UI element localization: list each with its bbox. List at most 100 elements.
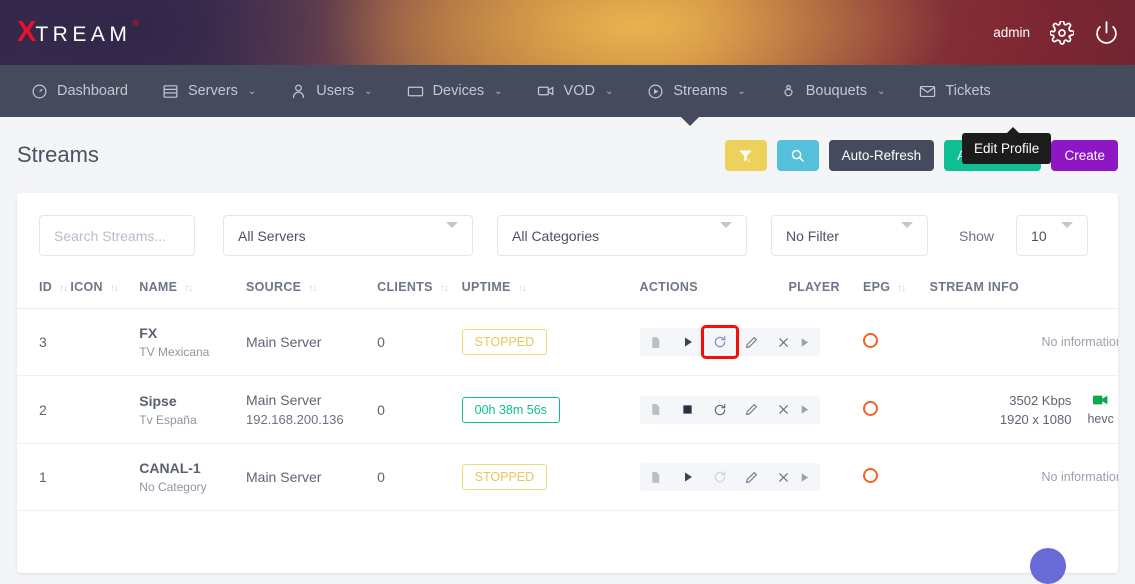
stream-file-button[interactable] [640,328,672,356]
nav-item-dashboard[interactable]: Dashboard [14,65,145,117]
table-row[interactable]: 1 CANAL-1 No Category Main Server 0 STOP… [17,444,1118,511]
column-header-uptime[interactable]: UPTIME ↑↓ [462,266,640,309]
filter-clear-icon: x [738,148,753,163]
nav-item-bouquets[interactable]: Bouquets ⌄ [763,65,903,117]
cell-name: FX TV Mexicana [139,309,246,376]
epg-status-circle-icon[interactable] [863,401,878,416]
restart-icon [713,470,727,484]
logo-x-mark: X [17,18,35,47]
search-toggle-button[interactable] [777,140,819,171]
stream-resolution: 1920 x 1080 [1000,412,1072,427]
player-button-group [788,463,820,491]
sort-icon[interactable]: ↑↓ [184,283,192,294]
epg-status-circle-icon[interactable] [863,333,878,348]
column-label: ACTIONS [640,280,698,294]
sort-icon[interactable]: ↑↓ [440,283,448,294]
column-header-name[interactable]: NAME↑↓ [139,266,246,309]
stream-file-button[interactable] [640,396,672,424]
main-navigation-bar: Dashboard Servers ⌄ Users ⌄ Devices ⌄ VO… [0,65,1135,117]
player-play-button[interactable] [788,328,820,356]
sort-icon[interactable]: ↑↓ [59,283,67,294]
page-size-select[interactable]: 10 [1016,215,1088,256]
player-button-group [788,328,820,356]
logo-registered-mark: ® [132,18,139,28]
restart-stream-button[interactable] [704,328,736,356]
table-row[interactable]: 3 FX TV Mexicana Main Server 0 STOPPED [17,309,1118,376]
start-stream-button[interactable] [672,463,704,491]
column-header-clients[interactable]: CLIENTS ↑↓ [377,266,461,309]
cell-clients: 0 [377,309,461,376]
restart-stream-button[interactable] [704,396,736,424]
cell-id: 1 [17,444,70,511]
play-icon [799,337,810,348]
column-header-icon[interactable]: ICON↑↓ [70,266,139,309]
stream-category: Tv España [139,413,246,427]
create-button[interactable]: Create [1051,140,1118,171]
sort-icon[interactable]: ↑↓ [308,283,316,294]
admin-username-label[interactable]: admin [993,25,1030,40]
stream-info-wrap: 3502 Kbps 1920 x 1080 hevc aac [930,393,1118,427]
column-label: PLAYER [788,280,839,294]
cell-icon [70,444,139,511]
auto-refresh-button[interactable]: Auto-Refresh [829,140,935,171]
stream-bitrate: 3502 Kbps [1000,393,1072,408]
gear-icon[interactable] [1050,21,1074,45]
cell-actions [640,309,789,376]
edit-stream-button[interactable] [736,463,768,491]
stream-category: TV Mexicana [139,345,246,359]
nav-item-vod[interactable]: VOD ⌄ [520,65,631,117]
cell-stream-info: No information avail [930,444,1118,511]
player-play-button[interactable] [788,396,820,424]
nav-item-tickets[interactable]: Tickets [902,65,1007,117]
nav-label: Servers [188,83,238,99]
stream-info-wrap: No information avail [930,470,1118,484]
column-header-epg[interactable]: EPG↑↓ [863,266,930,309]
source-name: Main Server [246,334,377,350]
column-header-id[interactable]: ID↑↓ [17,266,70,309]
cell-uptime: STOPPED [462,309,640,376]
cell-actions [640,444,789,511]
nav-item-devices[interactable]: Devices ⌄ [390,65,520,117]
nav-item-streams[interactable]: Streams ⌄ [630,65,762,117]
epg-status-circle-icon[interactable] [863,468,878,483]
edit-stream-button[interactable] [736,396,768,424]
cell-name: CANAL-1 No Category [139,444,246,511]
column-header-source[interactable]: SOURCE↑↓ [246,266,377,309]
stream-file-button[interactable] [640,463,672,491]
player-play-button[interactable] [788,463,820,491]
status-filter-value: No Filter [786,228,839,244]
nav-item-servers[interactable]: Servers ⌄ [145,65,273,117]
cell-player [788,309,862,376]
status-filter-select[interactable]: No Filter [771,215,928,256]
sort-icon[interactable]: ↑↓ [897,283,905,294]
start-stream-button[interactable] [672,328,704,356]
servers-select[interactable]: All Servers [223,215,473,256]
power-icon[interactable] [1094,20,1119,45]
sort-icon[interactable]: ↑↓ [518,283,526,294]
cell-uptime: STOPPED [462,444,640,511]
stream-name: CANAL-1 [139,460,246,476]
table-row[interactable]: 2 Sipse Tv España Main Server 192.168.20… [17,376,1118,444]
player-button-group [788,396,820,424]
sort-icon[interactable]: ↑↓ [110,283,118,294]
column-label: CLIENTS [377,280,433,294]
column-label: UPTIME [462,280,511,294]
chevron-down-icon: ⌄ [737,86,745,97]
categories-select[interactable]: All Categories [497,215,747,256]
restart-stream-button[interactable] [704,463,736,491]
edit-stream-button[interactable] [736,328,768,356]
restart-icon [713,403,727,417]
search-input[interactable]: Search Streams... [39,215,195,256]
cell-source: Main Server [246,309,377,376]
cell-clients: 0 [377,376,461,444]
page-title: Streams [17,142,99,168]
cell-actions [640,376,789,444]
xtream-logo[interactable]: X TREAM ® [17,18,139,47]
users-icon [290,83,307,100]
floating-action-button[interactable] [1030,548,1066,584]
nav-item-users[interactable]: Users ⌄ [273,65,389,117]
file-icon [649,471,662,484]
clear-filter-button[interactable]: x [725,140,767,171]
stop-stream-button[interactable] [672,396,704,424]
tickets-icon [919,83,936,100]
